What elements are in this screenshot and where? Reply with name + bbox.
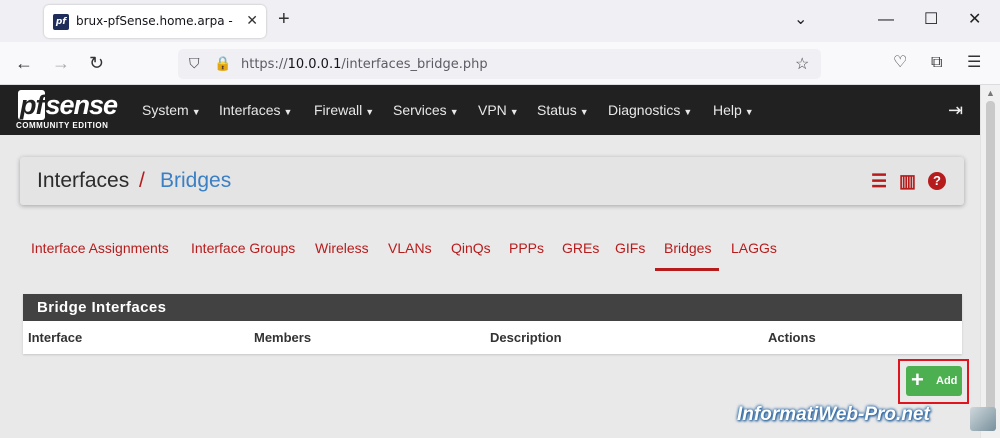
page-scrollbar[interactable]: ▲ — [980, 85, 1000, 438]
bookmark-star-icon[interactable]: ☆ — [795, 54, 809, 74]
tab-bridges[interactable]: Bridges — [664, 240, 711, 256]
plus-icon: + — [911, 367, 924, 392]
browser-tab[interactable]: pf brux-pfSense.home.arpa - Interfaces: … — [44, 5, 266, 38]
lock-icon[interactable]: 🔒 — [214, 55, 231, 72]
column-header-interface: Interface — [28, 330, 83, 345]
close-tab-icon[interactable]: ✕ — [246, 12, 258, 29]
menu-vpn[interactable]: VPN ▼ — [478, 102, 519, 118]
tab-gifs[interactable]: GIFs — [615, 240, 645, 256]
logo-subtitle: COMMUNITY EDITION — [16, 121, 109, 130]
reload-icon[interactable]: ↻ — [89, 53, 104, 73]
tab-title: brux-pfSense.home.arpa - Interfaces: Bri… — [76, 14, 236, 28]
tab-interface-assignments[interactable]: Interface Assignments — [31, 240, 169, 256]
caret-down-icon: ▼ — [683, 107, 693, 117]
breadcrumb: Interfaces / Bridges ☰ ▥ ? — [20, 157, 964, 205]
caret-down-icon: ▼ — [579, 107, 589, 117]
watermark-text: InformatiWeb-Pro.net — [737, 404, 930, 425]
pfsense-favicon-icon: pf — [53, 14, 69, 30]
pocket-icon[interactable]: ♡ — [893, 54, 907, 72]
column-header-actions: Actions — [768, 330, 816, 345]
close-window-icon[interactable]: ✕ — [968, 10, 981, 30]
panel-header: Bridge Interfaces — [23, 294, 962, 321]
maximize-icon[interactable]: ☐ — [924, 10, 938, 30]
tab-vlans[interactable]: VLANs — [388, 240, 432, 256]
menu-help[interactable]: Help ▼ — [713, 102, 754, 118]
logo-wordmark: pfsense — [18, 90, 118, 120]
column-header-members: Members — [254, 330, 312, 345]
forward-icon[interactable]: → — [52, 53, 70, 73]
menu-services[interactable]: Services ▼ — [393, 102, 459, 118]
menu-system[interactable]: System ▼ — [142, 102, 201, 118]
tab-gres[interactable]: GREs — [562, 240, 599, 256]
caret-down-icon: ▼ — [509, 107, 519, 117]
extensions-icon[interactable]: ⧉ — [931, 54, 942, 72]
help-icon[interactable]: ? — [928, 172, 946, 190]
chart-icon[interactable]: ▥ — [899, 171, 916, 192]
active-tab-indicator — [655, 268, 719, 271]
panel-title: Bridge Interfaces — [37, 299, 167, 316]
logout-icon[interactable]: ⇥ — [948, 100, 963, 121]
caret-down-icon: ▼ — [283, 107, 293, 117]
menu-icon[interactable]: ☰ — [967, 54, 981, 72]
menu-status[interactable]: Status ▼ — [537, 102, 589, 118]
bridge-interfaces-panel: Bridge Interfaces Interface Members Desc… — [23, 294, 962, 354]
column-header-description: Description — [490, 330, 562, 345]
breadcrumb-separator: / — [139, 169, 145, 192]
url-path: /interfaces_bridge.php — [341, 57, 488, 72]
caret-down-icon: ▼ — [449, 107, 459, 117]
tab-ppps[interactable]: PPPs — [509, 240, 544, 256]
sliders-icon[interactable]: ☰ — [871, 171, 887, 192]
url-prefix: https:// — [241, 57, 288, 72]
add-button-label: Add — [936, 375, 958, 387]
browser-toolbar: ← → ↻ ⛉ 🔒 https://10.0.0.1/interfaces_br… — [0, 42, 1000, 85]
caret-down-icon: ▼ — [744, 107, 754, 117]
watermark-logo-icon — [970, 407, 996, 431]
menu-interfaces[interactable]: Interfaces ▼ — [219, 102, 292, 118]
caret-down-icon: ▼ — [191, 107, 201, 117]
new-tab-icon[interactable]: + — [278, 9, 290, 29]
pfsense-navbar: pfsense COMMUNITY EDITION System ▼ Interf… — [0, 85, 980, 135]
url-host: 10.0.0.1 — [287, 57, 342, 72]
browser-titlebar: pf brux-pfSense.home.arpa - Interfaces: … — [0, 0, 1000, 42]
scroll-up-arrow-icon[interactable]: ▲ — [986, 88, 995, 98]
back-icon[interactable]: ← — [15, 53, 33, 73]
minimize-icon[interactable]: — — [878, 10, 894, 30]
url-bar[interactable]: ⛉ 🔒 https://10.0.0.1/interfaces_bridge.p… — [178, 49, 821, 79]
add-button[interactable]: + Add — [906, 366, 962, 396]
tab-list-chevron-icon[interactable]: ⌄ — [794, 10, 807, 30]
tab-interface-groups[interactable]: Interface Groups — [191, 240, 295, 256]
tab-wireless[interactable]: Wireless — [315, 240, 369, 256]
pfsense-logo[interactable]: pfsense COMMUNITY EDITION — [16, 90, 126, 132]
tab-laggs[interactable]: LAGGs — [731, 240, 777, 256]
breadcrumb-page[interactable]: Bridges — [160, 169, 231, 193]
shield-icon[interactable]: ⛉ — [189, 55, 200, 72]
scroll-thumb[interactable] — [986, 101, 995, 424]
menu-firewall[interactable]: Firewall ▼ — [314, 102, 374, 118]
caret-down-icon: ▼ — [365, 107, 375, 117]
breadcrumb-section: Interfaces — [37, 169, 130, 192]
url-text[interactable]: https://10.0.0.1/interfaces_bridge.php — [241, 57, 488, 72]
menu-diagnostics[interactable]: Diagnostics ▼ — [608, 102, 692, 118]
tab-qinqs[interactable]: QinQs — [451, 240, 491, 256]
